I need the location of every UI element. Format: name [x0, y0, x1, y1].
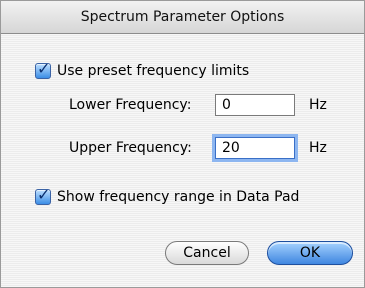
cancel-button[interactable]: Cancel	[165, 241, 249, 265]
show-range-row[interactable]: ✓ Show frequency range in Data Pad	[35, 185, 300, 205]
lower-frequency-label: Lower Frequency:	[69, 97, 192, 113]
upper-frequency-value: 20	[222, 140, 240, 156]
title-bar: Spectrum Parameter Options	[1, 1, 364, 34]
lower-frequency-value: 0	[222, 97, 231, 113]
lower-frequency-unit: Hz	[309, 97, 327, 113]
lower-frequency-input[interactable]: 0	[215, 94, 295, 116]
show-range-checkbox[interactable]: ✓	[35, 185, 51, 205]
ok-button[interactable]: OK	[267, 241, 353, 265]
use-preset-checkbox[interactable]: ✓	[35, 59, 51, 79]
show-range-label: Show frequency range in Data Pad	[57, 189, 300, 205]
dialog-window: Spectrum Parameter Options ✓ Use preset …	[0, 0, 365, 288]
use-preset-label: Use preset frequency limits	[57, 63, 250, 79]
use-preset-row[interactable]: ✓ Use preset frequency limits	[35, 59, 250, 79]
upper-frequency-row: Upper Frequency: 20 Hz	[69, 137, 327, 159]
upper-frequency-label: Upper Frequency:	[69, 140, 192, 156]
dialog-title: Spectrum Parameter Options	[80, 9, 285, 25]
lower-frequency-row: Lower Frequency: 0 Hz	[69, 94, 327, 116]
checkbox-checked-icon: ✓	[37, 185, 51, 204]
upper-frequency-input[interactable]: 20	[215, 137, 295, 159]
upper-frequency-unit: Hz	[309, 140, 327, 156]
checkbox-checked-icon: ✓	[37, 59, 51, 78]
